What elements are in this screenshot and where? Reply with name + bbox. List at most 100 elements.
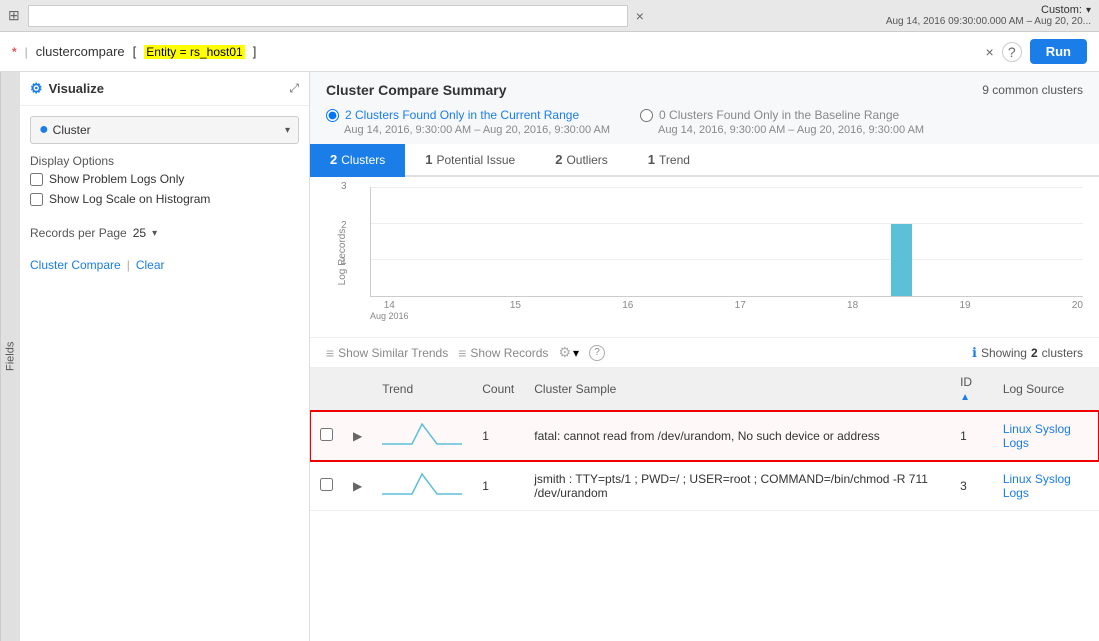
row2-checkbox-cell [310,461,343,511]
clear-link[interactable]: Clear [136,258,165,272]
fields-tab[interactable]: Fields [0,72,20,641]
time-range-label: Custom: [1041,4,1082,16]
time-range-value: Aug 14, 2016 09:30:00.000 AM – Aug 20, 2… [886,16,1091,27]
row2-play-button[interactable]: ▶ [353,479,362,493]
current-range-label: 2 Clusters Found Only in the Current Ran… [345,108,579,122]
tab-outliers[interactable]: 2 Outliers [535,144,628,177]
visualize-icon: ⚙ [30,80,43,97]
show-records-button[interactable]: ≡ Show Records [458,345,548,361]
x-label-18: 18 [847,300,858,322]
cluster-compare-link[interactable]: Cluster Compare [30,258,121,272]
x-label-15: 15 [510,300,521,322]
summary-header: Cluster Compare Summary 9 common cluster… [310,72,1099,104]
showing-clusters: ℹ Showing 2 clusters [972,345,1083,361]
query-bracket-open: [ [133,44,137,59]
x-label-19: 19 [959,300,970,322]
right-panel: Cluster Compare Summary 9 common cluster… [310,72,1099,641]
show-log-scale-label: Show Log Scale on Histogram [49,192,210,206]
row2-trend-cell [372,461,472,511]
th-count: Count [472,368,524,411]
show-problem-logs-row: Show Problem Logs Only [30,172,299,186]
cluster-option-baseline: 0 Clusters Found Only in the Baseline Ra… [640,108,924,136]
x-label-17: 17 [735,300,746,322]
sidebar-expand-icon[interactable]: ⤢ [289,81,299,96]
chart-grid-mid2 [371,259,1083,260]
sort-arrow-up: ▲ [960,392,970,403]
records-per-page-label: Records per Page [30,226,127,240]
row1-sparkline [382,419,462,449]
sidebar-body: ● Cluster ▾ Display Options Show Problem… [20,106,309,282]
toolbar-help-button[interactable]: ? [589,345,605,361]
current-range-date: Aug 14, 2016, 9:30:00 AM – Aug 20, 2016,… [344,124,610,136]
show-log-scale-checkbox[interactable] [30,193,43,206]
row1-play-cell: ▶ [343,411,372,461]
query-close-button[interactable]: × [986,44,994,60]
query-filter: Entity = rs_host01 [144,45,244,59]
table-row: ▶ 1 jsmith : TTY=pts/1 ; PWD=/ ; USER=ro… [310,461,1099,511]
show-similar-trends-button[interactable]: ≡ Show Similar Trends [326,345,448,361]
query-star: * [12,45,17,59]
y-tick-2: 2 [341,220,347,231]
tabs-row: 2 Clusters 1 Potential Issue 2 Outliers … [310,144,1099,177]
y-tick-1: 1 [341,256,347,267]
baseline-range-date: Aug 14, 2016, 9:30:00 AM – Aug 20, 2016,… [658,124,924,136]
tab-clusters[interactable]: 2 Clusters [310,144,405,177]
current-range-radio[interactable] [326,109,339,122]
top-bar: ⊞ × Custom: ▾ Aug 14, 2016 09:30:00.000 … [0,0,1099,32]
time-range-display[interactable]: Custom: ▾ Aug 14, 2016 09:30:00.000 AM –… [886,4,1091,27]
chart-x-labels: 14Aug 2016 15 16 17 18 19 20 [370,300,1083,322]
chart-inner: 3 2 1 [370,187,1083,297]
th-log-source: Log Source [993,368,1099,411]
show-trends-icon: ≡ [326,345,334,361]
cluster-selector[interactable]: ● Cluster ▾ [30,116,299,144]
tab-potential-issue[interactable]: 1 Potential Issue [405,144,535,177]
display-options-label: Display Options [30,154,299,168]
top-bar-left: ⊞ × [8,5,644,27]
cluster-option-current-row: 2 Clusters Found Only in the Current Ran… [326,108,610,122]
run-button[interactable]: Run [1030,39,1087,64]
query-actions: × ? Run [986,39,1087,64]
row2-log-source: Linux Syslog Logs [993,461,1099,511]
records-per-page-row: Records per Page 25 ▾ [30,226,299,240]
table-header-row: Trend Count Cluster Sample ID ▲ Log Sour… [310,368,1099,411]
cluster-option-baseline-row: 0 Clusters Found Only in the Baseline Ra… [640,108,924,122]
sidebar-title: ⚙ Visualize [30,80,104,97]
records-dropdown-arrow[interactable]: ▾ [152,228,157,239]
cluster-selector-arrow: ▾ [285,125,290,136]
tab-trend[interactable]: 1 Trend [628,144,710,177]
th-checkbox [310,368,343,411]
row2-checkbox[interactable] [320,478,333,491]
search-input[interactable] [28,5,628,27]
row1-checkbox-cell [310,411,343,461]
row1-log-source: Linux Syslog Logs [993,411,1099,461]
time-range-row: Custom: ▾ [1041,4,1091,16]
display-options-section: Display Options Show Problem Logs Only S… [30,154,299,212]
gear-dropdown-button[interactable]: ⚙ ▾ [558,344,579,361]
baseline-range-radio[interactable] [640,109,653,122]
table-body: ▶ 1 fatal: cannot read from /dev/urandom… [310,411,1099,511]
table-container: Trend Count Cluster Sample ID ▲ Log Sour… [310,368,1099,641]
show-log-scale-row: Show Log Scale on Histogram [30,192,299,206]
showing-label: Showing [981,346,1027,360]
search-close-icon[interactable]: × [636,8,644,24]
row1-trend-cell [372,411,472,461]
show-problem-logs-checkbox[interactable] [30,173,43,186]
row1-id: 1 [950,411,993,461]
row2-play-cell: ▶ [343,461,372,511]
th-play [343,368,372,411]
grid-icon: ⊞ [8,7,20,24]
row1-sample: fatal: cannot read from /dev/urandom, No… [524,411,950,461]
row2-log-source-link[interactable]: Linux Syslog Logs [1003,472,1071,500]
th-id[interactable]: ID ▲ [950,368,993,411]
show-records-icon: ≡ [458,345,466,361]
row1-checkbox[interactable] [320,428,333,441]
cluster-option-current: 2 Clusters Found Only in the Current Ran… [326,108,610,136]
x-label-20: 20 [1072,300,1083,322]
row1-play-button[interactable]: ▶ [353,429,362,443]
query-help-button[interactable]: ? [1002,42,1022,62]
show-problem-logs-label: Show Problem Logs Only [49,172,184,186]
row1-log-source-link[interactable]: Linux Syslog Logs [1003,422,1071,450]
query-bar: * | clustercompare [ Entity = rs_host01 … [0,32,1099,72]
row2-count: 1 [472,461,524,511]
y-tick-3: 3 [341,181,347,192]
